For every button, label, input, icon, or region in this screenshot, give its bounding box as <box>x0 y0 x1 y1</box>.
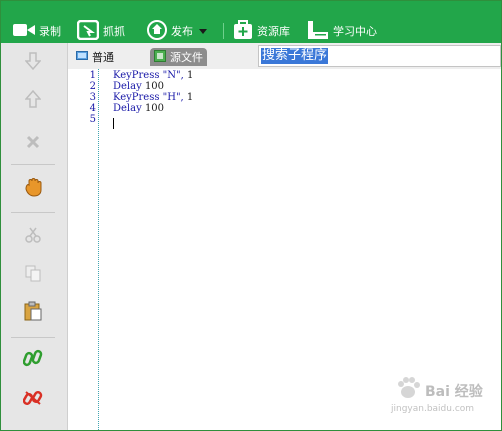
sidebar-divider <box>11 164 55 165</box>
delete-button[interactable] <box>15 129 51 157</box>
line-number: 1 <box>89 70 96 81</box>
app-window: 录制 抓抓 发布 资源库 学习中心 普通 源文件 搜索子程序 搜索子程序 1 2… <box>0 0 502 431</box>
code-number: 100 <box>144 103 165 114</box>
line-number: 5 <box>89 114 96 125</box>
line-number: 2 <box>89 81 96 92</box>
source-file-icon <box>154 49 166 65</box>
scissors-icon <box>24 226 42 248</box>
toolbar-divider <box>223 23 224 39</box>
move-up-button[interactable] <box>15 87 51 115</box>
resource-library-label: 资源库 <box>257 25 290 38</box>
code-number: 1 <box>186 92 194 103</box>
capture-button[interactable]: 抓抓 <box>76 19 125 43</box>
tab-source-label: 源文件 <box>170 51 203 64</box>
main-toolbar: 录制 抓抓 发布 资源库 学习中心 <box>1 1 501 44</box>
code-keyword: KeyPress "N", <box>113 70 187 81</box>
text-caret <box>113 118 114 129</box>
source-editor[interactable]: 1 2 3 4 5 KeyPress "N", 1 Delay 100 KeyP… <box>68 69 501 430</box>
line-number: 4 <box>89 103 96 114</box>
code-line[interactable]: KeyPress "H", 1 <box>113 92 193 103</box>
move-down-button[interactable] <box>15 49 51 77</box>
broken-link-icon <box>22 388 43 412</box>
code-keyword: Delay <box>113 81 145 92</box>
command-sidebar <box>1 43 68 430</box>
clipboard-icon <box>23 301 43 325</box>
watermark-brand: Bai 经验 <box>425 384 483 400</box>
monitor-icon <box>76 50 88 64</box>
search-selected-text: 搜索子程序 <box>261 48 329 64</box>
learning-center-label: 学习中心 <box>333 25 377 38</box>
record-button[interactable]: 录制 <box>13 21 61 41</box>
code-number: 100 <box>144 81 165 92</box>
code-number: 1 <box>186 70 194 81</box>
sidebar-divider <box>11 212 55 213</box>
arrow-down-icon <box>24 52 42 74</box>
capture-label: 抓抓 <box>103 25 125 38</box>
home-circle-icon <box>147 19 167 43</box>
record-label: 录制 <box>39 25 61 38</box>
paste-button[interactable] <box>15 299 51 327</box>
chain-link-icon <box>22 348 43 372</box>
close-icon <box>26 134 40 153</box>
publish-label: 发布 <box>171 25 193 38</box>
watermark-url: jingyan.baidu.com <box>391 404 475 414</box>
arrow-up-icon <box>24 89 42 112</box>
line-number-gutter: 1 2 3 4 5 <box>68 69 99 430</box>
tab-source[interactable]: 源文件 <box>150 48 207 66</box>
learning-center-button[interactable]: 学习中心 <box>307 20 377 43</box>
subroutine-search[interactable]: 搜索子程序 <box>258 45 501 67</box>
paw-logo-icon <box>395 377 421 405</box>
hand-icon <box>23 177 43 201</box>
copy-button[interactable] <box>15 261 51 289</box>
capture-icon <box>76 19 100 43</box>
link-button[interactable] <box>15 346 51 374</box>
video-camera-icon <box>13 22 35 41</box>
code-line[interactable]: KeyPress "N", 1 <box>113 70 193 81</box>
tab-normal-label: 普通 <box>92 51 114 64</box>
pause-hand-button[interactable] <box>15 175 51 203</box>
chevron-down-icon[interactable] <box>199 28 207 34</box>
unlink-button[interactable] <box>15 386 51 414</box>
tab-normal[interactable]: 普通 <box>72 48 118 66</box>
sidebar-divider <box>11 337 55 338</box>
editor-tab-bar: 普通 源文件 搜索子程序 <box>68 43 501 69</box>
code-keyword: KeyPress "H", <box>113 92 187 103</box>
resource-library-button[interactable]: 资源库 <box>233 19 290 43</box>
publish-button[interactable]: 发布 <box>147 19 207 43</box>
code-line[interactable]: Delay 100 <box>113 103 164 114</box>
baidu-watermark: Bai 经验 jingyan.baidu.com <box>385 377 501 417</box>
code-line[interactable]: Delay 100 <box>113 81 164 92</box>
line-number: 3 <box>89 92 96 103</box>
code-keyword: Delay <box>113 103 145 114</box>
plus-box-icon <box>233 19 253 43</box>
copy-icon <box>24 264 42 286</box>
book-icon <box>307 20 329 43</box>
cut-button[interactable] <box>15 223 51 251</box>
